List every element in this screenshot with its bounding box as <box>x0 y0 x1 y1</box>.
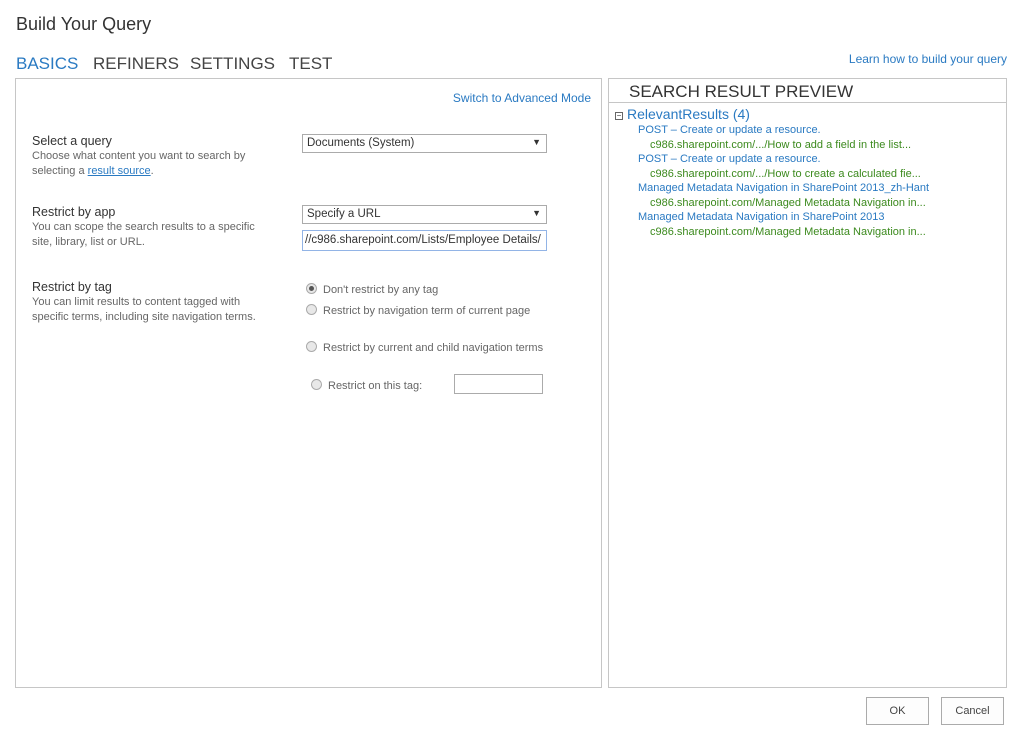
ok-button[interactable]: OK <box>866 697 929 725</box>
result-title[interactable]: POST – Create or update a resource. <box>638 124 821 136</box>
divider <box>609 102 1006 103</box>
result-url: c986.sharepoint.com/.../How to add a fie… <box>650 139 912 151</box>
radio-icon <box>306 341 317 352</box>
radio-this-tag[interactable]: Restrict on this tag: <box>311 378 422 394</box>
tab-basics[interactable]: BASICS <box>16 54 78 74</box>
radio-label: Restrict by current and child navigation… <box>323 342 544 354</box>
query-desc-end: . <box>150 165 154 177</box>
radio-nav-term[interactable]: Restrict by navigation term of current p… <box>306 303 536 319</box>
collapse-icon[interactable]: − <box>615 112 623 120</box>
radio-no-restrict[interactable]: Don't restrict by any tag <box>306 282 546 298</box>
dropdown-arrow-icon: ▼ <box>532 137 541 147</box>
advanced-mode-link[interactable]: Switch to Advanced Mode <box>453 91 591 105</box>
app-desc: You can scope the search results to a sp… <box>32 221 255 248</box>
result-url: c986.sharepoint.com/Managed Metadata Nav… <box>650 226 926 238</box>
radio-label: Restrict by navigation term of current p… <box>323 305 531 317</box>
tab-refiners[interactable]: REFINERS <box>93 54 179 74</box>
tag-desc: You can limit results to content tagged … <box>32 296 256 323</box>
preview-title: SEARCH RESULT PREVIEW <box>629 82 854 101</box>
query-desc: Choose what content you want to search b… <box>32 149 272 179</box>
radio-selected-icon <box>306 283 317 294</box>
query-label: Select a query <box>32 134 112 148</box>
tag-input[interactable] <box>454 374 543 394</box>
result-source-link[interactable]: result source <box>88 165 151 177</box>
query-select[interactable]: Documents (System) ▼ <box>302 134 547 153</box>
dropdown-arrow-icon: ▼ <box>532 208 541 218</box>
tab-settings[interactable]: SETTINGS <box>190 54 275 74</box>
radio-label: Don't restrict by any tag <box>323 284 439 296</box>
query-select-value: Documents (System) <box>307 137 415 149</box>
url-input[interactable]: //c986.sharepoint.com/Lists/Employee Det… <box>302 230 547 251</box>
app-select-value: Specify a URL <box>307 208 381 220</box>
preview-panel: SEARCH RESULT PREVIEW − RelevantResults (… <box>608 78 1007 688</box>
result-title[interactable]: POST – Create or update a resource. <box>638 153 821 165</box>
tag-label: Restrict by tag <box>32 280 112 294</box>
dialog-title: Build Your Query <box>16 14 152 34</box>
app-select[interactable]: Specify a URL ▼ <box>302 205 547 224</box>
result-url: c986.sharepoint.com/Managed Metadata Nav… <box>650 197 926 209</box>
result-url: c986.sharepoint.com/.../How to create a … <box>650 168 921 180</box>
result-title[interactable]: Managed Metadata Navigation in SharePoin… <box>638 182 929 194</box>
basics-panel: Switch to Advanced Mode Select a query C… <box>15 78 602 688</box>
radio-child-nav[interactable]: Restrict by current and child navigation… <box>306 340 546 356</box>
radio-icon <box>311 379 322 390</box>
result-group-label: RelevantResults (4) <box>627 106 750 122</box>
radio-label: Restrict on this tag: <box>328 380 423 392</box>
result-title[interactable]: Managed Metadata Navigation in SharePoin… <box>638 211 884 223</box>
result-group[interactable]: − RelevantResults (4) <box>615 106 750 122</box>
cancel-button[interactable]: Cancel <box>941 697 1004 725</box>
app-label: Restrict by app <box>32 205 116 219</box>
tab-test[interactable]: TEST <box>289 54 332 74</box>
learn-query-link[interactable]: Learn how to build your query <box>849 52 1007 66</box>
radio-icon <box>306 304 317 315</box>
